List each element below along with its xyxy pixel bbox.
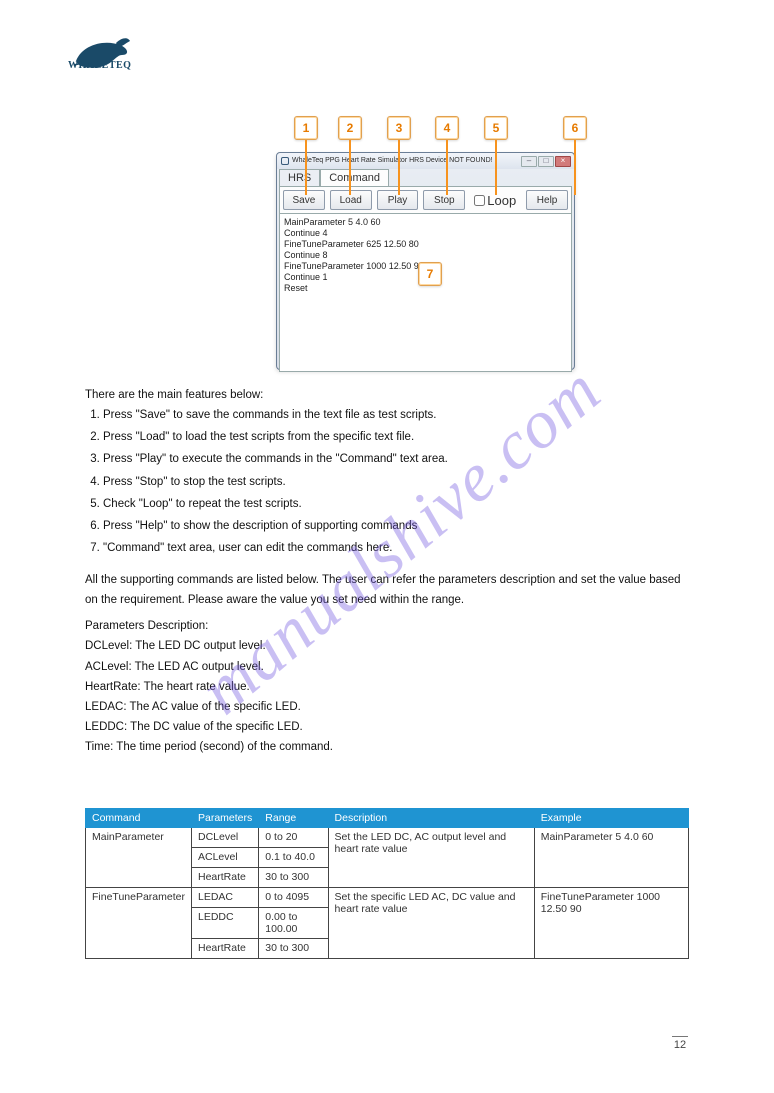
- table-header-row: Command Parameters Range Description Exa…: [86, 809, 689, 828]
- cell-param: ACLevel: [192, 848, 259, 868]
- table-row: FineTuneParameter LEDAC 0 to 4095 Set th…: [86, 888, 689, 908]
- command-textarea[interactable]: [280, 214, 571, 371]
- page-number: 12: [672, 1036, 688, 1051]
- feature-item: Press "Load" to load the test scripts fr…: [103, 427, 689, 447]
- th-description: Description: [328, 809, 534, 828]
- cell-param: HeartRate: [192, 868, 259, 888]
- window-buttons: – □ ×: [521, 156, 572, 167]
- cell-param: LEDAC: [192, 888, 259, 908]
- cell-range: 0 to 20: [259, 828, 328, 848]
- tab-command[interactable]: Command: [320, 169, 389, 186]
- feature-item: Press "Save" to save the commands in the…: [103, 405, 689, 425]
- feature-item: Press "Play" to execute the commands in …: [103, 449, 689, 469]
- cell-example: FineTuneParameter 1000 12.50 90: [534, 888, 688, 959]
- cell-param: DCLevel: [192, 828, 259, 848]
- param-line: Time: The time period (second) of the co…: [85, 737, 689, 757]
- cell-range: 0.1 to 40.0: [259, 848, 328, 868]
- intro-paragraph: All the supporting commands are listed b…: [85, 570, 689, 610]
- toolbar: Save Load Play Stop Loop Help: [279, 186, 572, 214]
- callout-line: [495, 140, 497, 195]
- loop-label: Loop: [487, 193, 516, 208]
- callout-line: [305, 140, 307, 195]
- cell-range: 0.00 to 100.00: [259, 908, 328, 939]
- callout-7: 7: [418, 262, 442, 286]
- titlebar: WhaleTeq PPG Heart Rate Simulator HRS De…: [277, 153, 574, 169]
- app-window: WhaleTeq PPG Heart Rate Simulator HRS De…: [276, 152, 575, 370]
- tab-hrs[interactable]: HRS: [279, 169, 320, 186]
- cell-command: MainParameter: [86, 828, 192, 888]
- command-table-wrap: Command Parameters Range Description Exa…: [85, 808, 689, 959]
- param-line: DCLevel: The LED DC output level.: [85, 636, 689, 656]
- callout-line: [446, 140, 448, 195]
- feature-item: "Command" text area, user can edit the c…: [103, 538, 689, 558]
- app-icon: [281, 157, 289, 165]
- cell-param: HeartRate: [192, 939, 259, 959]
- callout-2: 2: [338, 116, 362, 140]
- command-table: Command Parameters Range Description Exa…: [85, 808, 689, 959]
- param-line: LEDAC: The AC value of the specific LED.: [85, 697, 689, 717]
- callout-line: [574, 140, 576, 195]
- th-parameters: Parameters: [192, 809, 259, 828]
- feature-item: Press "Stop" to stop the test scripts.: [103, 472, 689, 492]
- cell-range: 0 to 4095: [259, 888, 328, 908]
- help-button[interactable]: Help: [526, 190, 568, 210]
- callout-4: 4: [435, 116, 459, 140]
- features-heading: There are the main features below:: [85, 385, 689, 405]
- callout-5: 5: [484, 116, 508, 140]
- th-command: Command: [86, 809, 192, 828]
- callout-row: 1 2 3 4 5 6: [288, 116, 588, 146]
- tab-row: HRS Command: [279, 169, 572, 186]
- cell-range: 30 to 300: [259, 939, 328, 959]
- cell-range: 30 to 300: [259, 868, 328, 888]
- callout-1: 1: [294, 116, 318, 140]
- th-example: Example: [534, 809, 688, 828]
- params-block: Parameters Description: DCLevel: The LED…: [85, 616, 689, 757]
- cell-desc: Set the LED DC, AC output level and hear…: [328, 828, 534, 888]
- cell-desc: Set the specific LED AC, DC value and he…: [328, 888, 534, 959]
- window-title: WhaleTeq PPG Heart Rate Simulator HRS De…: [292, 153, 493, 169]
- feature-item: Press "Help" to show the description of …: [103, 516, 689, 536]
- maximize-button[interactable]: □: [538, 156, 554, 167]
- param-line: HeartRate: The heart rate value.: [85, 677, 689, 697]
- callout-3: 3: [387, 116, 411, 140]
- callout-6: 6: [563, 116, 587, 140]
- close-button[interactable]: ×: [555, 156, 571, 167]
- feature-item: Check "Loop" to repeat the test scripts.: [103, 494, 689, 514]
- params-heading: Parameters Description:: [85, 616, 689, 636]
- save-button[interactable]: Save: [283, 190, 325, 210]
- stop-button[interactable]: Stop: [423, 190, 465, 210]
- callout-line: [349, 140, 351, 195]
- features-list: Press "Save" to save the commands in the…: [103, 405, 689, 558]
- param-line: LEDDC: The DC value of the specific LED.: [85, 717, 689, 737]
- param-line: ACLevel: The LED AC output level.: [85, 657, 689, 677]
- body-text: There are the main features below: Press…: [85, 385, 689, 757]
- th-range: Range: [259, 809, 328, 828]
- brand-name: WHALETEQ: [68, 60, 131, 71]
- cell-command: FineTuneParameter: [86, 888, 192, 959]
- cell-example: MainParameter 5 4.0 60: [534, 828, 688, 888]
- loop-checkbox[interactable]: [474, 195, 485, 206]
- table-row: MainParameter DCLevel 0 to 20 Set the LE…: [86, 828, 689, 848]
- command-text-wrap: [279, 214, 572, 372]
- cell-param: LEDDC: [192, 908, 259, 939]
- minimize-button[interactable]: –: [521, 156, 537, 167]
- callout-line: [398, 140, 400, 195]
